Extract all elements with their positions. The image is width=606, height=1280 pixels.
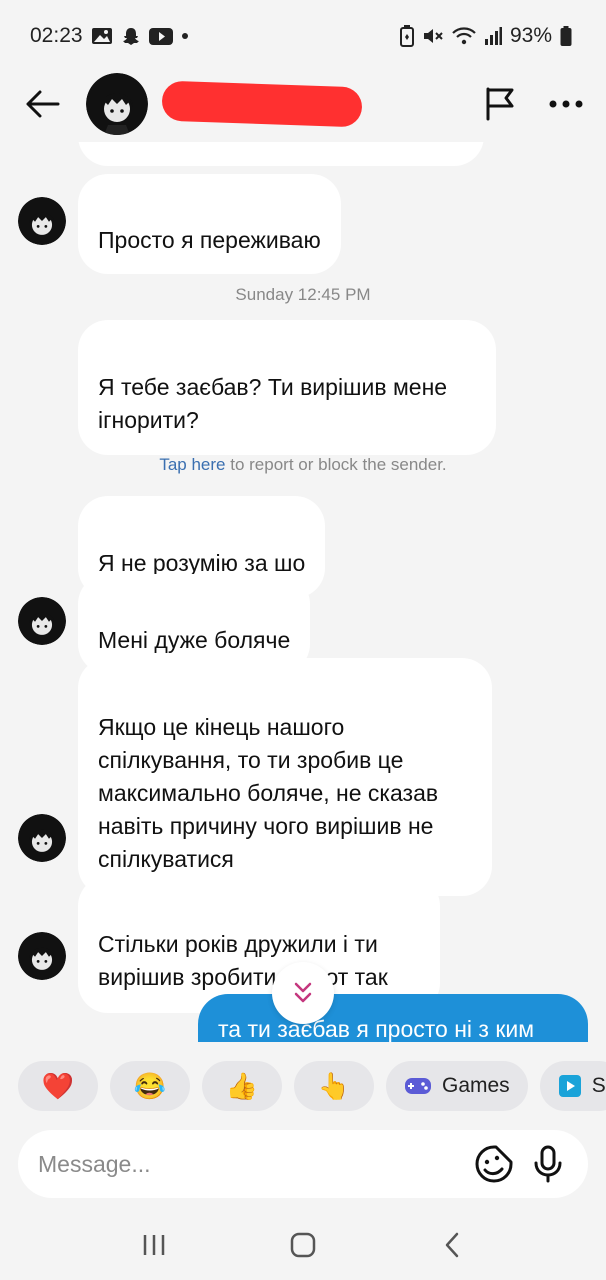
sender-avatar: [18, 814, 66, 862]
scroll-to-bottom-button[interactable]: [272, 962, 334, 1024]
recents-button[interactable]: [129, 1220, 179, 1270]
voice-button[interactable]: [528, 1144, 568, 1184]
quick-reply-heart[interactable]: ❤️: [18, 1061, 98, 1111]
quick-reply-laugh[interactable]: 😂: [110, 1061, 190, 1111]
message-bubble[interactable]: Якщо це кінець нашого спілкування, то ти…: [78, 658, 492, 896]
message-bubble[interactable]: Я тебе заєбав? Ти вирішив мене ігнорити?: [78, 320, 496, 455]
report-notice: Tap here to report or block the sender.: [0, 455, 606, 475]
report-button[interactable]: [480, 84, 520, 124]
microphone-icon: [534, 1145, 562, 1183]
battery-icon: [560, 26, 572, 46]
message-text: Я тебе заєбав? Ти вирішив мене ігнорити?: [98, 374, 448, 433]
chat-header: [0, 66, 606, 142]
quick-reply-row: ❤️ 😂 👍 👆 Games S: [18, 1061, 606, 1111]
signal-icon: [484, 27, 502, 45]
more-icon: [549, 100, 583, 108]
battery-percent: 93%: [509, 24, 552, 47]
dot-icon: [181, 32, 189, 40]
laughing-icon: 😂: [133, 1071, 167, 1101]
games-label: Games: [442, 1074, 510, 1097]
contact-avatar[interactable]: [86, 73, 148, 135]
point-up-icon: 👆: [317, 1071, 351, 1101]
clock: 02:23: [30, 24, 83, 47]
thumbs-up-icon: 👍: [225, 1071, 259, 1101]
back-button[interactable]: [20, 81, 66, 127]
message-bubble-partial: [78, 142, 484, 166]
youtube-icon: [148, 27, 173, 45]
status-left: 02:23: [30, 24, 189, 48]
message-text: Мені дуже боляче: [98, 627, 291, 653]
report-link[interactable]: Tap here: [159, 455, 225, 474]
quick-reply-point-up[interactable]: 👆: [294, 1061, 374, 1111]
stream-label: S: [591, 1074, 606, 1097]
sticker-icon: [475, 1145, 513, 1183]
play-icon: [558, 1075, 581, 1097]
redacted-contact-name: [161, 80, 363, 128]
recents-icon: [144, 1235, 165, 1255]
quick-reply-thumbs-up[interactable]: 👍: [202, 1061, 282, 1111]
sender-avatar: [18, 597, 66, 645]
header-actions: [480, 84, 586, 124]
report-text: to report or block the sender.: [225, 455, 447, 474]
sender-avatar: [18, 932, 66, 980]
status-bar: 02:23 93%: [0, 0, 606, 72]
home-button[interactable]: [278, 1220, 328, 1270]
sender-avatar: [18, 197, 66, 245]
gallery-icon: [91, 27, 113, 45]
snapchat-icon: [121, 26, 141, 46]
message-timestamp: Sunday 12:45 PM: [235, 285, 371, 304]
message-text: Я не розумію за шо: [98, 550, 306, 576]
system-nav-bar: [0, 1210, 606, 1280]
back-nav-button[interactable]: [427, 1220, 477, 1270]
mute-icon: [422, 26, 444, 46]
message-input[interactable]: [38, 1150, 460, 1178]
flag-icon: [486, 87, 514, 121]
message-text: Просто я переживаю: [98, 227, 321, 253]
message-composer: [18, 1130, 588, 1198]
message-text: Якщо це кінець нашого спілкування, то ти…: [98, 714, 439, 872]
more-button[interactable]: [546, 84, 586, 124]
back-arrow-icon: [26, 90, 60, 118]
double-chevron-down-icon: [294, 982, 312, 1003]
battery-saver-icon: [399, 25, 414, 47]
games-chip[interactable]: Games: [386, 1061, 528, 1111]
heart-icon: ❤️: [41, 1071, 75, 1101]
sticker-button[interactable]: [474, 1144, 514, 1184]
chevron-left-icon: [445, 1232, 458, 1258]
message-bubble[interactable]: Просто я переживаю: [78, 174, 341, 274]
status-right: 93%: [399, 24, 572, 48]
message-text: та ти заєбав я просто ні з ким: [218, 1016, 535, 1042]
wifi-icon: [452, 27, 476, 45]
home-icon: [290, 1232, 316, 1258]
outgoing-message-bubble[interactable]: та ти заєбав я просто ні з ким: [198, 994, 588, 1042]
message-list[interactable]: Просто я переживаю Sunday 12:45 PM Я теб…: [0, 142, 606, 1042]
message-bubble[interactable]: Стільки років дружили і ти вирішив зроби…: [78, 876, 440, 1013]
message-text: Стільки років дружили і ти вирішив зроби…: [98, 931, 388, 990]
gamepad-icon: [405, 1078, 431, 1094]
stream-chip[interactable]: S: [539, 1061, 606, 1111]
